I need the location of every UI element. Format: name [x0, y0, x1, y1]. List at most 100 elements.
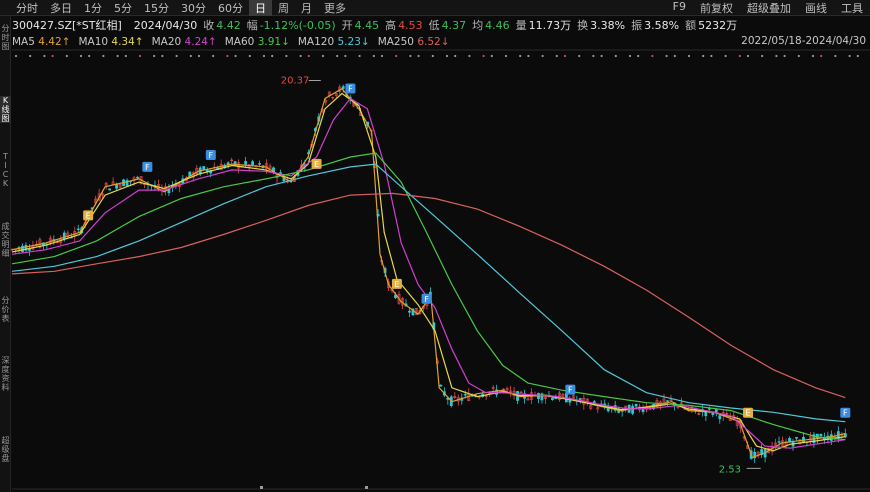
candle-body	[341, 86, 345, 89]
candle-body	[519, 391, 523, 394]
event-dot	[358, 54, 361, 58]
event-dot	[372, 54, 375, 58]
event-dot	[417, 54, 420, 58]
event-dot	[541, 54, 544, 58]
candle-body	[631, 405, 635, 414]
candle-body	[76, 228, 80, 231]
event-dot	[336, 54, 339, 58]
kline-chart[interactable]: E F F E F E F F E F 20.37 2.53	[0, 0, 870, 492]
event-dot	[519, 54, 522, 58]
candle-body	[251, 161, 254, 166]
candle-body	[634, 403, 638, 407]
candle-body	[795, 437, 798, 439]
ma-line-ma5	[11, 87, 846, 459]
event-dot	[285, 54, 288, 58]
event-dot	[43, 54, 46, 58]
event-marker-label: E	[745, 409, 750, 418]
ma-line-ma10	[11, 92, 846, 452]
ma-line-ma120	[11, 163, 846, 423]
event-dot	[409, 54, 412, 58]
event-dot	[665, 54, 668, 58]
candle-body	[202, 166, 206, 170]
bottom-marker	[260, 486, 263, 489]
event-dot	[614, 54, 617, 58]
event-dot	[395, 54, 398, 58]
event-dot	[197, 54, 201, 58]
event-dot	[637, 54, 640, 58]
event-dot	[321, 54, 325, 58]
candle-body	[829, 434, 833, 441]
candle-body	[408, 310, 411, 313]
candle-body	[108, 188, 112, 191]
event-dot	[454, 54, 457, 58]
candle-body	[28, 248, 31, 251]
event-marker-label: F	[348, 84, 353, 93]
candle-body	[718, 415, 722, 420]
event-dot	[761, 54, 764, 58]
event-dot	[775, 54, 778, 58]
event-dot	[124, 54, 127, 58]
event-dot	[79, 54, 83, 58]
event-dot	[555, 54, 558, 58]
event-dot	[563, 54, 567, 58]
event-dot	[527, 54, 530, 58]
event-dot	[651, 54, 654, 58]
event-dot	[628, 54, 632, 58]
event-dot	[848, 54, 851, 58]
event-dot	[482, 54, 485, 58]
event-marker-label: F	[843, 409, 848, 418]
event-marker-label: E	[314, 160, 319, 169]
event-dot	[468, 54, 471, 58]
event-dot	[161, 54, 164, 58]
event-marker-label: F	[424, 295, 429, 304]
event-dot	[578, 54, 581, 58]
candle-body	[777, 441, 781, 443]
event-marker-label: F	[568, 386, 573, 395]
candle-body	[707, 408, 711, 410]
event-dot	[600, 54, 603, 58]
event-dot	[738, 54, 741, 58]
candle-body	[551, 397, 554, 400]
candle-body	[714, 409, 718, 413]
event-dot	[65, 54, 68, 58]
event-dot	[504, 54, 508, 58]
event-dot	[724, 54, 727, 58]
candle-body	[463, 394, 467, 396]
event-dot	[116, 54, 119, 58]
candle-body	[819, 433, 823, 437]
event-dot	[14, 54, 18, 58]
event-marker-label: E	[394, 280, 399, 289]
event-dot	[299, 54, 302, 58]
event-dot	[271, 54, 274, 58]
candle-body	[704, 412, 708, 417]
event-dot	[153, 54, 156, 58]
event-dot	[445, 54, 449, 58]
event-dot	[710, 54, 713, 58]
event-dot	[29, 54, 32, 58]
event-dot	[811, 54, 815, 58]
candle-body	[258, 163, 261, 165]
event-dot	[262, 54, 266, 58]
event-dot	[234, 54, 237, 58]
event-dot	[673, 54, 676, 58]
event-dot	[592, 54, 595, 58]
event-dot	[820, 54, 823, 58]
low-price-label: 2.53	[719, 464, 741, 475]
event-dot	[248, 54, 251, 58]
event-dot	[344, 54, 347, 58]
candle-body	[244, 161, 248, 165]
event-dot	[380, 54, 384, 58]
event-marker-label: E	[86, 211, 91, 220]
event-dot	[51, 54, 54, 58]
event-dot	[88, 54, 91, 58]
event-dot	[746, 54, 750, 58]
event-dot	[490, 54, 493, 58]
candle-body	[641, 409, 645, 412]
candle-body	[136, 176, 139, 179]
event-marker-label: F	[209, 151, 214, 160]
high-price-label: 20.37	[281, 76, 310, 87]
event-dot	[138, 54, 142, 58]
candle-body	[666, 400, 669, 402]
event-dot	[189, 54, 192, 58]
event-marker-label: F	[145, 163, 150, 172]
